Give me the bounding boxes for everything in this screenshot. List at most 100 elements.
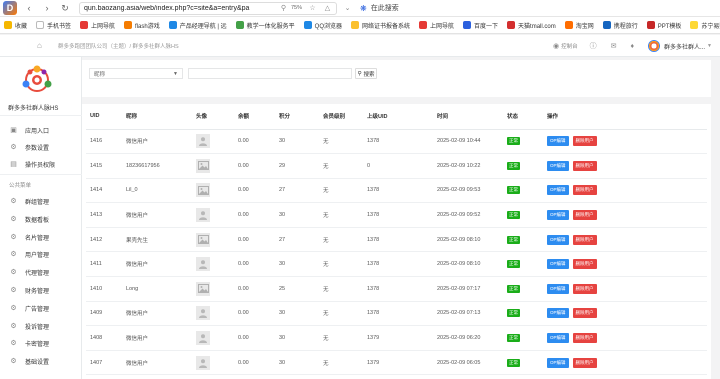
parent-uid-cell: 0 xyxy=(363,153,433,179)
edit-button[interactable]: OP编辑 xyxy=(547,160,569,171)
help-icon[interactable]: ⓘ xyxy=(590,41,599,51)
actions-cell: OP编辑 删除用户 xyxy=(543,129,707,155)
message-icon[interactable]: ✉ xyxy=(611,42,619,50)
bookmark-favicon-icon xyxy=(602,21,611,29)
url-field[interactable]: qun.baozang.asia/web/index.php?c=site&a=… xyxy=(79,1,337,15)
edit-button[interactable]: OP编辑 xyxy=(547,234,569,245)
sidebar-item[interactable]: ⚙ 群组管理 xyxy=(10,197,49,206)
balance-cell: 0.00 xyxy=(234,202,275,228)
edit-button[interactable]: OP编辑 xyxy=(547,210,569,221)
default-avatar-icon xyxy=(196,331,210,346)
sidebar-item[interactable]: ▣ 应用入口 xyxy=(10,126,49,135)
sidebar-item[interactable]: ⚙ 投诉管理 xyxy=(10,322,49,331)
bookmark-item[interactable]: 收藏 xyxy=(4,21,27,30)
forward-icon[interactable]: › xyxy=(41,2,53,14)
sidebar-item[interactable]: ⚙ 代理管理 xyxy=(10,268,49,277)
bookmark-item[interactable]: 百度一下 xyxy=(463,21,498,30)
sidebar-item[interactable]: ⚙ 广告管理 xyxy=(10,304,49,313)
home-icon[interactable]: ⌂ xyxy=(37,41,46,50)
bookmark-label: 网络证书报备系统 xyxy=(362,23,411,30)
browser-search-box[interactable]: ❋ 在此搜索 xyxy=(360,2,480,15)
avatar-cell xyxy=(192,178,234,204)
balance-cell: 0.00 xyxy=(234,227,275,253)
edit-button[interactable]: OP编辑 xyxy=(547,259,569,270)
bookmark-favicon-icon xyxy=(124,21,133,29)
status-cell: 正常 xyxy=(503,227,543,253)
header-console-link[interactable]: ◉ 控制台 xyxy=(553,42,578,50)
bookmark-item[interactable]: PPT模板 xyxy=(646,21,681,30)
delete-user-button[interactable]: 删除用户 xyxy=(572,333,597,344)
user-name[interactable]: 群多多社群人... xyxy=(664,42,705,51)
sidebar-item[interactable]: ⚙ 卡密管理 xyxy=(10,339,49,348)
breadcrumb: 群多多跑团团队公司（主题）/ 群多多社群人脉HS xyxy=(58,44,179,50)
status-cell: 正常 xyxy=(503,178,543,204)
sidebar-item-label: 名片管理 xyxy=(25,235,50,242)
zoom-level: 75% xyxy=(290,5,302,11)
sidebar-item-label: 财务管理 xyxy=(25,289,50,295)
sidebar-item-label: 参数设置 xyxy=(25,146,50,152)
edit-button[interactable]: OP编辑 xyxy=(547,357,569,368)
sidebar-item[interactable]: ⚙ 参数设置 xyxy=(10,143,49,152)
member-level-cell: 无 xyxy=(319,202,363,228)
table-row: 1416 微信用户 0.00 30 无 1378 2025-02-09 10:44 正常 OP编… xyxy=(86,129,707,155)
chevron-down-icon[interactable]: ▼ xyxy=(707,43,712,49)
edit-button[interactable]: OP编辑 xyxy=(547,333,569,344)
nickname-cell: Long xyxy=(122,276,192,302)
parent-uid-cell: 1378 xyxy=(363,178,433,204)
edit-button[interactable]: OP编辑 xyxy=(547,185,569,196)
refresh-icon[interactable]: ↻ xyxy=(59,2,71,14)
filter-field-select[interactable]: 昵称 ▼ xyxy=(89,68,183,79)
sidebar-item[interactable]: ⚙ 名片管理 xyxy=(10,233,49,242)
sidebar-item[interactable]: ⚙ 用户管理 xyxy=(10,250,49,259)
zoom-icon[interactable]: ⚲ xyxy=(279,4,288,13)
extension-icon[interactable]: △ xyxy=(323,4,332,13)
bookmark-item[interactable]: 天猫tmall.com xyxy=(507,21,556,30)
browser-address-bar: D ‹ › ↻ qun.baozang.asia/web/index.php?c… xyxy=(0,0,720,17)
delete-user-button[interactable]: 删除用户 xyxy=(572,283,597,294)
bookmark-item[interactable]: 上网导航 xyxy=(80,21,115,30)
bookmark-item[interactable]: 网络证书报备系统 xyxy=(351,21,410,30)
edit-button[interactable]: OP编辑 xyxy=(547,136,569,147)
delete-user-button[interactable]: 删除用户 xyxy=(572,308,597,319)
edit-button[interactable]: OP编辑 xyxy=(547,308,569,319)
bookmark-item[interactable]: 产品经理导航 | 远 xyxy=(168,21,227,30)
search-input[interactable] xyxy=(188,68,352,79)
bookmark-item[interactable]: flash游戏 xyxy=(124,21,160,30)
search-button[interactable]: ⚲ 搜索 xyxy=(355,68,377,79)
nickname-cell: Lil_0 xyxy=(122,178,192,204)
time-cell: 2025-02-09 10:22 xyxy=(433,153,503,179)
sidebar-item[interactable]: ⚙ 数据看板 xyxy=(10,215,49,224)
default-avatar-icon xyxy=(196,306,210,321)
sidebar-item[interactable]: ⚙ 基础设置 xyxy=(10,357,49,366)
delete-user-button[interactable]: 删除用户 xyxy=(572,185,597,196)
sidebar-item[interactable]: ▤ 操作员权限 xyxy=(10,160,55,169)
dropdown-chevron-icon[interactable]: ⌄ xyxy=(343,4,352,13)
bookmark-item[interactable]: 携程旅行 xyxy=(602,21,638,30)
time-cell: 2025-02-09 07:13 xyxy=(433,301,503,327)
star-icon[interactable]: ☆ xyxy=(308,4,317,13)
back-icon[interactable]: ‹ xyxy=(23,2,35,14)
column-header: 余额 xyxy=(234,104,275,130)
bookmark-favicon-icon xyxy=(303,21,312,29)
bookmark-item[interactable]: QQ浏览器 xyxy=(303,21,342,30)
bookmark-item[interactable]: 手机书签 xyxy=(36,21,71,30)
delete-user-button[interactable]: 删除用户 xyxy=(572,136,597,147)
sidebar-item[interactable]: ⚙ 财务管理 xyxy=(10,286,49,295)
delete-user-button[interactable]: 删除用户 xyxy=(572,210,597,221)
bookmark-label: 上网导航 xyxy=(91,23,116,30)
bookmark-item[interactable]: 上网导航 xyxy=(419,21,454,30)
delete-user-button[interactable]: 删除用户 xyxy=(572,160,597,171)
delete-user-button[interactable]: 删除用户 xyxy=(572,259,597,270)
delete-user-button[interactable]: 删除用户 xyxy=(572,357,597,368)
bookmark-item[interactable]: 教学一体化服务平 xyxy=(235,21,295,30)
default-avatar-icon xyxy=(196,355,210,370)
delete-user-button[interactable]: 删除用户 xyxy=(572,234,597,245)
browser-logo-icon[interactable]: D xyxy=(3,1,17,15)
avatar[interactable] xyxy=(648,40,661,52)
bookmark-item[interactable]: 苏宁易购 xyxy=(690,21,720,30)
bookmark-item[interactable]: 淘宝网 xyxy=(564,21,594,30)
edit-button[interactable]: OP编辑 xyxy=(547,283,569,294)
table-row: 1410 Long 0.00 25 无 1378 2025-02-09 07:17 正常 OP编… xyxy=(86,276,707,302)
bell-icon[interactable]: ♦ xyxy=(630,43,636,50)
status-cell: 正常 xyxy=(503,325,543,351)
